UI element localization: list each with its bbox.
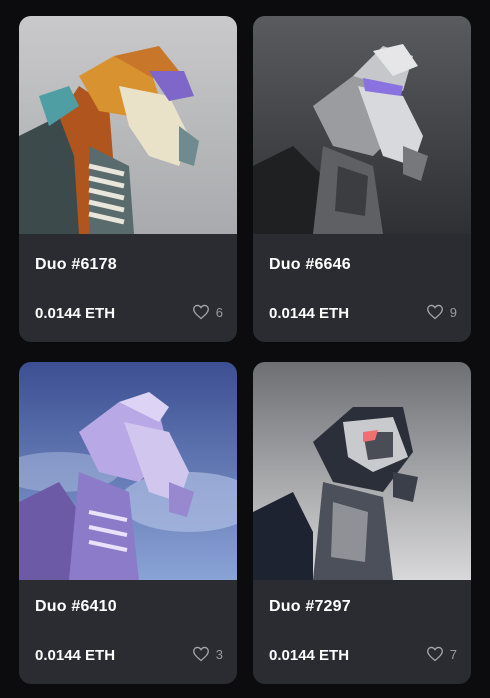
nft-image[interactable] [253, 16, 471, 234]
nft-grid: Duo #6178 0.0144 ETH 6 Duo #6646 0.0144 … [0, 0, 490, 698]
nft-price: 0.0144 ETH [269, 647, 350, 664]
heart-outline-icon [426, 304, 443, 320]
nft-card[interactable]: Duo #7297 0.0144 ETH 7 [253, 362, 471, 684]
nft-image[interactable] [19, 16, 237, 234]
like-button[interactable]: 7 [426, 646, 457, 662]
like-count: 6 [215, 304, 223, 320]
nft-price: 0.0144 ETH [35, 305, 116, 322]
like-count: 7 [449, 646, 457, 662]
heart-outline-icon [192, 646, 209, 662]
nft-price: 0.0144 ETH [269, 305, 350, 322]
robot-artwork-silver [253, 16, 471, 234]
nft-title[interactable]: Duo #6646 [269, 256, 351, 274]
nft-card[interactable]: Duo #6410 0.0144 ETH 3 [19, 362, 237, 684]
nft-card[interactable]: Duo #6178 0.0144 ETH 6 [19, 16, 237, 342]
robot-artwork-dark [253, 362, 471, 580]
nft-title[interactable]: Duo #6178 [35, 256, 117, 274]
nft-image[interactable] [253, 362, 471, 580]
nft-title[interactable]: Duo #7297 [269, 598, 351, 616]
like-count: 9 [449, 304, 457, 320]
like-count: 3 [215, 646, 223, 662]
like-button[interactable]: 6 [192, 304, 223, 320]
heart-outline-icon [192, 304, 209, 320]
heart-outline-icon [426, 646, 443, 662]
nft-card[interactable]: Duo #6646 0.0144 ETH 9 [253, 16, 471, 342]
robot-artwork-orange [19, 16, 237, 234]
nft-title[interactable]: Duo #6410 [35, 598, 117, 616]
like-button[interactable]: 3 [192, 646, 223, 662]
nft-image[interactable] [19, 362, 237, 580]
nft-price: 0.0144 ETH [35, 647, 116, 664]
robot-artwork-purple [19, 362, 237, 580]
like-button[interactable]: 9 [426, 304, 457, 320]
